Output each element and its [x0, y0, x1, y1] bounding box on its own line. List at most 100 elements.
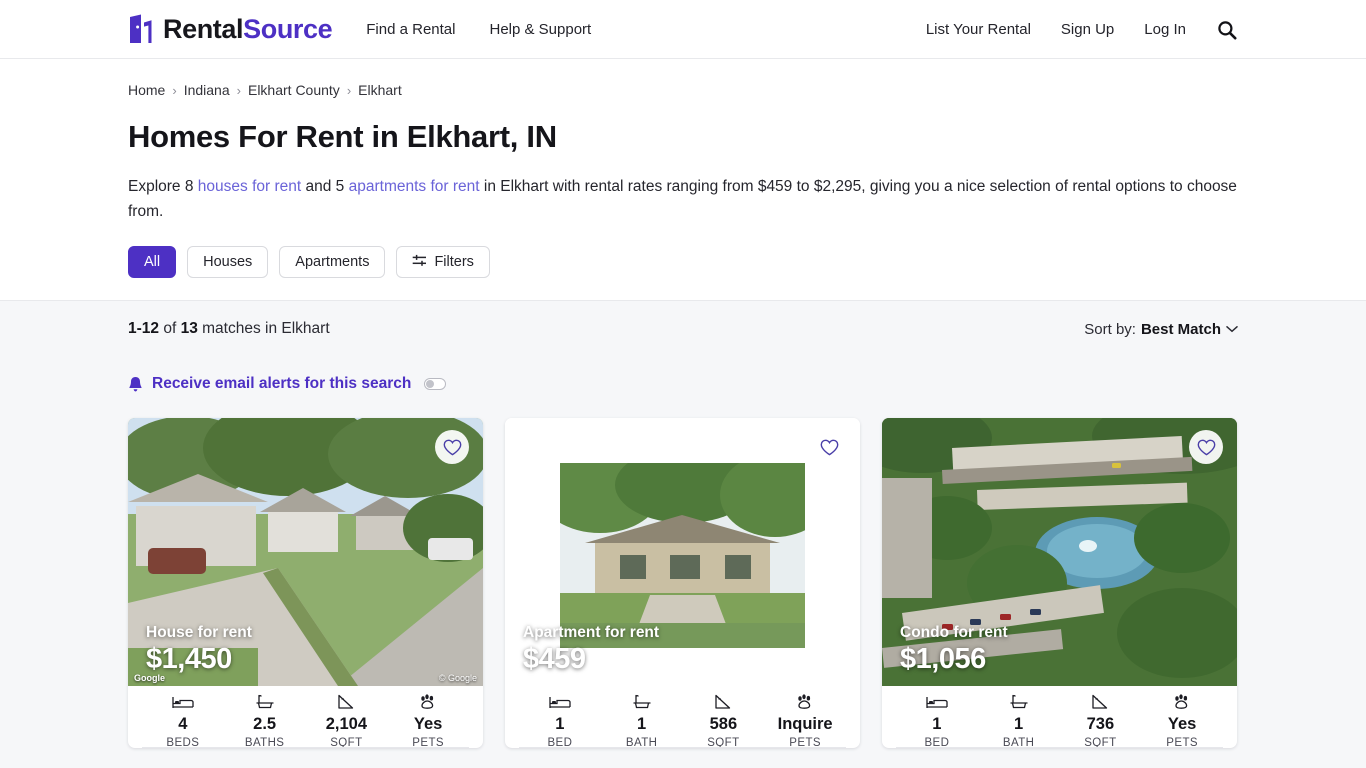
match-count-suffix: matches in Elkhart: [197, 320, 330, 338]
stat-beds: 1 BED: [519, 694, 601, 748]
logo-text-rental: Rental: [163, 13, 244, 44]
stat-baths: 1 BATH: [978, 694, 1060, 748]
sort-by-dropdown[interactable]: Sort by: Best Match: [1084, 321, 1238, 338]
bell-icon: [128, 376, 143, 393]
stat-value: 1: [1014, 714, 1024, 733]
stat-value: 2.5: [253, 714, 277, 733]
breadcrumb-item-elkhart[interactable]: Elkhart: [358, 82, 402, 98]
description-segment-2: and 5: [301, 178, 349, 195]
chevron-down-icon: [1226, 325, 1238, 333]
sort-by-value: Best Match: [1140, 320, 1221, 338]
photo-overlay: Apartment for rent $459: [523, 624, 659, 676]
breadcrumb-item-indiana[interactable]: Indiana: [184, 82, 230, 98]
filters-button[interactable]: Filters: [396, 246, 490, 279]
breadcrumb-separator: ›: [236, 82, 241, 98]
nav-help-support[interactable]: Help & Support: [489, 21, 591, 38]
heart-icon: [1197, 439, 1215, 456]
stat-pets: Inquire PETS: [764, 694, 846, 748]
google-attribution: © Google: [438, 673, 477, 684]
bath-icon: [601, 694, 683, 711]
breadcrumb-separator: ›: [172, 82, 177, 98]
stat-baths: 2.5 BATHS: [224, 694, 306, 748]
favorite-button[interactable]: [812, 430, 846, 465]
nav-log-in[interactable]: Log In: [1144, 21, 1186, 38]
heart-icon: [820, 439, 838, 456]
email-alerts-label: Receive email alerts for this search: [152, 375, 412, 393]
property-card[interactable]: Condo for rent $1,056 1 BED 1 BATH 736 S…: [882, 418, 1237, 749]
stat-beds: 4 BEDS: [142, 694, 224, 748]
stat-pets: Yes PETS: [1141, 694, 1223, 748]
property-card-list: House for rent $1,450 Google © Google 4 …: [128, 418, 1238, 749]
match-count-range: 1-12: [128, 320, 160, 338]
area-icon: [306, 694, 388, 711]
property-card[interactable]: House for rent $1,450 Google © Google 4 …: [128, 418, 483, 749]
listing-price: $1,056: [900, 643, 986, 676]
filters-button-label: Filters: [434, 254, 474, 271]
favorite-button[interactable]: [435, 430, 469, 465]
card-divider: [142, 747, 469, 749]
page-title: Homes For Rent in Elkhart, IN: [128, 119, 557, 154]
stat-baths: 1 BATH: [601, 694, 683, 748]
description-segment-1: Explore 8: [128, 178, 198, 195]
breadcrumb-separator: ›: [346, 82, 352, 98]
google-watermark: Google: [134, 673, 165, 684]
card-divider: [896, 747, 1223, 749]
page-description: Explore 8 houses for rent and 5 apartmen…: [128, 174, 1238, 224]
property-photo: Apartment for rent $459: [505, 418, 860, 687]
stat-value: 586: [709, 714, 738, 733]
site-logo[interactable]: RentalSource: [128, 13, 333, 45]
bed-icon: [142, 694, 224, 711]
breadcrumb: Home › Indiana › Elkhart County › Elkhar…: [128, 59, 1238, 98]
stat-sqft: 586 SQFT: [683, 694, 765, 748]
breadcrumb-item-home[interactable]: Home: [128, 82, 165, 98]
email-alerts-row[interactable]: Receive email alerts for this search: [128, 375, 447, 393]
filter-pill-houses[interactable]: Houses: [187, 246, 269, 279]
sliders-icon: [412, 254, 427, 271]
bed-icon: [896, 694, 978, 711]
stat-value: 2,104: [325, 714, 368, 733]
primary-nav: Find a Rental Help & Support: [366, 21, 591, 38]
rental-search-page: RentalSource Find a Rental Help & Suppor…: [0, 0, 1366, 768]
stat-value: Inquire: [777, 714, 833, 733]
bed-icon: [519, 694, 601, 711]
match-count: 1-12 of 13 matches in Elkhart: [128, 320, 330, 338]
filter-pill-apartments[interactable]: Apartments: [279, 246, 386, 279]
property-card[interactable]: Apartment for rent $459 1 BED 1 BATH 586…: [505, 418, 860, 749]
results-section: 1-12 of 13 matches in Elkhart Sort by: B…: [0, 300, 1366, 768]
filter-pill-group: All Houses Apartments Filters: [128, 246, 1238, 300]
breadcrumb-item-elkhart-county[interactable]: Elkhart County: [248, 82, 340, 98]
stat-value: 736: [1086, 714, 1115, 733]
card-divider: [519, 747, 846, 749]
filter-pill-all[interactable]: All: [128, 246, 177, 279]
link-houses-for-rent[interactable]: houses for rent: [198, 178, 301, 195]
stat-beds: 1 BED: [896, 694, 978, 748]
account-nav: List Your Rental Sign Up Log In: [926, 0, 1238, 59]
favorite-button[interactable]: [1189, 430, 1223, 465]
nav-sign-up[interactable]: Sign Up: [1061, 21, 1114, 38]
house-photo: [560, 463, 805, 649]
link-apartments-for-rent[interactable]: apartments for rent: [349, 178, 480, 195]
stat-value: 1: [637, 714, 647, 733]
logo-wordmark: RentalSource: [163, 13, 333, 45]
stat-sqft: 2,104 SQFT: [306, 694, 388, 748]
stat-value: 1: [555, 714, 565, 733]
listing-stats: 1 BED 1 BATH 736 SQFT Yes PETS: [882, 686, 1237, 748]
nav-list-your-rental[interactable]: List Your Rental: [926, 21, 1031, 38]
email-alerts-toggle[interactable]: [424, 378, 447, 391]
match-count-of: of: [159, 320, 181, 338]
listing-price: $459: [523, 643, 586, 676]
door-house-icon: [128, 14, 154, 44]
property-photo: Condo for rent $1,056: [882, 418, 1237, 687]
results-toolbar: 1-12 of 13 matches in Elkhart Sort by: B…: [128, 301, 1238, 338]
bath-icon: [978, 694, 1060, 711]
paw-icon: [387, 694, 469, 711]
property-photo: House for rent $1,450 Google © Google: [128, 418, 483, 687]
stat-value: 1: [932, 714, 942, 733]
area-icon: [1060, 694, 1142, 711]
listing-type: House for rent: [146, 624, 252, 642]
stat-pets: Yes PETS: [387, 694, 469, 748]
listing-stats: 1 BED 1 BATH 586 SQFT Inquire PETS: [505, 686, 860, 748]
heart-icon: [443, 439, 461, 456]
search-icon[interactable]: [1216, 19, 1238, 41]
nav-find-a-rental[interactable]: Find a Rental: [366, 21, 455, 38]
